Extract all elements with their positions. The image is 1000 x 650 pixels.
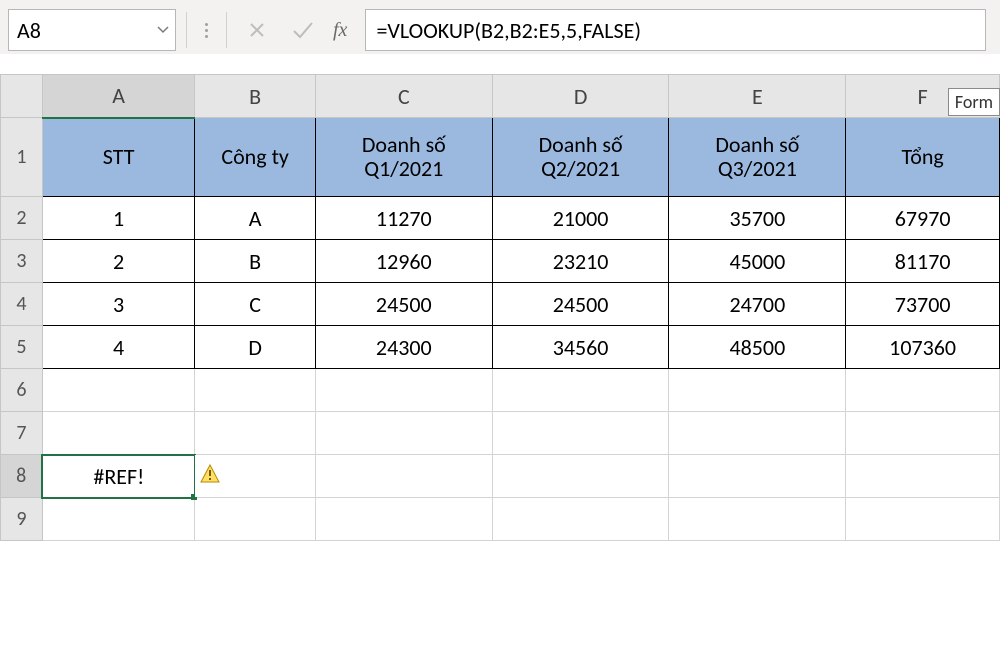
cell-B2[interactable]: A [195, 197, 316, 240]
cell-F1[interactable]: Tổng [846, 118, 1000, 197]
cell-F3[interactable]: 81170 [846, 240, 1000, 283]
cell-F7[interactable] [846, 412, 1000, 455]
cell-D2[interactable]: 21000 [492, 197, 669, 240]
column-header-D[interactable]: D [492, 75, 669, 118]
column-header-E[interactable]: E [669, 75, 846, 118]
separator [186, 12, 187, 48]
cell-B5[interactable]: D [195, 326, 316, 369]
cell-E1[interactable]: Doanh số Q3/2021 [669, 118, 846, 197]
cell-F5[interactable]: 107360 [846, 326, 1000, 369]
cell-B7[interactable] [195, 412, 316, 455]
cell-D3[interactable]: 23210 [492, 240, 669, 283]
enter-formula-button[interactable] [283, 10, 323, 50]
row-header-6[interactable]: 6 [1, 369, 43, 412]
row-header-2[interactable]: 2 [1, 197, 43, 240]
cell-B1[interactable]: Công ty [195, 118, 316, 197]
column-header-C[interactable]: C [315, 75, 492, 118]
cell-F6[interactable] [846, 369, 1000, 412]
cell-A8-value: #REF! [93, 463, 144, 490]
cell-C8[interactable] [315, 455, 492, 498]
formula-input[interactable]: =VLOOKUP(B2,B2:E5,5,FALSE) [365, 9, 986, 51]
cell-C9[interactable] [315, 498, 492, 541]
cell-F8[interactable] [846, 455, 1000, 498]
name-box-dropdown-icon[interactable] [157, 26, 169, 34]
cell-A6[interactable] [42, 369, 194, 412]
row-header-9[interactable]: 9 [1, 498, 43, 541]
cell-C6[interactable] [315, 369, 492, 412]
cell-E5[interactable]: 48500 [669, 326, 846, 369]
cell-C5[interactable]: 24300 [315, 326, 492, 369]
cell-B9[interactable] [195, 498, 316, 541]
cancel-formula-button[interactable] [237, 10, 277, 50]
cell-D4[interactable]: 24500 [492, 283, 669, 326]
cell-A1[interactable]: STT [42, 118, 194, 197]
column-header-B[interactable]: B [195, 75, 316, 118]
cell-F4[interactable]: 73700 [846, 283, 1000, 326]
more-icon[interactable] [197, 23, 216, 38]
cell-E4[interactable]: 24700 [669, 283, 846, 326]
cell-E9[interactable] [669, 498, 846, 541]
cell-C7[interactable] [315, 412, 492, 455]
row-header-8[interactable]: 8 [1, 455, 43, 498]
cell-C2[interactable]: 11270 [315, 197, 492, 240]
cell-B4[interactable]: C [195, 283, 316, 326]
cell-D1[interactable]: Doanh số Q2/2021 [492, 118, 669, 197]
row-header-5[interactable]: 5 [1, 326, 43, 369]
truncated-tooltip: Form [948, 88, 1000, 116]
cell-B6[interactable] [195, 369, 316, 412]
separator [226, 12, 227, 48]
error-trace-icon[interactable] [199, 463, 221, 485]
cell-E3[interactable]: 45000 [669, 240, 846, 283]
cell-B3[interactable]: B [195, 240, 316, 283]
cell-D8[interactable] [492, 455, 669, 498]
cell-A3[interactable]: 2 [42, 240, 194, 283]
column-header-A[interactable]: A [42, 75, 194, 118]
cell-A7[interactable] [42, 412, 194, 455]
name-box[interactable]: A8 [8, 9, 176, 51]
cell-F9[interactable] [846, 498, 1000, 541]
cell-E2[interactable]: 35700 [669, 197, 846, 240]
formula-bar-row: A8 fx =VLOOKUP(B2,B2:E5,5,FALSE) [0, 6, 1000, 54]
row-header-7[interactable]: 7 [1, 412, 43, 455]
cell-A4[interactable]: 3 [42, 283, 194, 326]
cell-E8[interactable] [669, 455, 846, 498]
cell-C1[interactable]: Doanh số Q1/2021 [315, 118, 492, 197]
cell-A9[interactable] [42, 498, 194, 541]
cell-D9[interactable] [492, 498, 669, 541]
cell-A2[interactable]: 1 [42, 197, 194, 240]
cell-D5[interactable]: 34560 [492, 326, 669, 369]
select-all-corner[interactable] [1, 75, 43, 118]
cell-B8[interactable] [195, 455, 316, 498]
insert-function-button[interactable]: fx [329, 19, 359, 42]
cell-A8-active[interactable]: #REF! [42, 455, 194, 498]
cell-F2[interactable]: 67970 [846, 197, 1000, 240]
cell-D7[interactable] [492, 412, 669, 455]
row-header-3[interactable]: 3 [1, 240, 43, 283]
cell-A5[interactable]: 4 [42, 326, 194, 369]
cell-E7[interactable] [669, 412, 846, 455]
row-header-1[interactable]: 1 [1, 118, 43, 197]
cell-D6[interactable] [492, 369, 669, 412]
cell-E6[interactable] [669, 369, 846, 412]
cell-C3[interactable]: 12960 [315, 240, 492, 283]
formula-text: =VLOOKUP(B2,B2:E5,5,FALSE) [376, 17, 641, 44]
cell-C4[interactable]: 24500 [315, 283, 492, 326]
row-header-4[interactable]: 4 [1, 283, 43, 326]
name-box-value: A8 [17, 17, 41, 44]
spreadsheet-grid[interactable]: A B C D E F 1 STT Công ty Doanh số Q1/20… [0, 74, 1000, 541]
